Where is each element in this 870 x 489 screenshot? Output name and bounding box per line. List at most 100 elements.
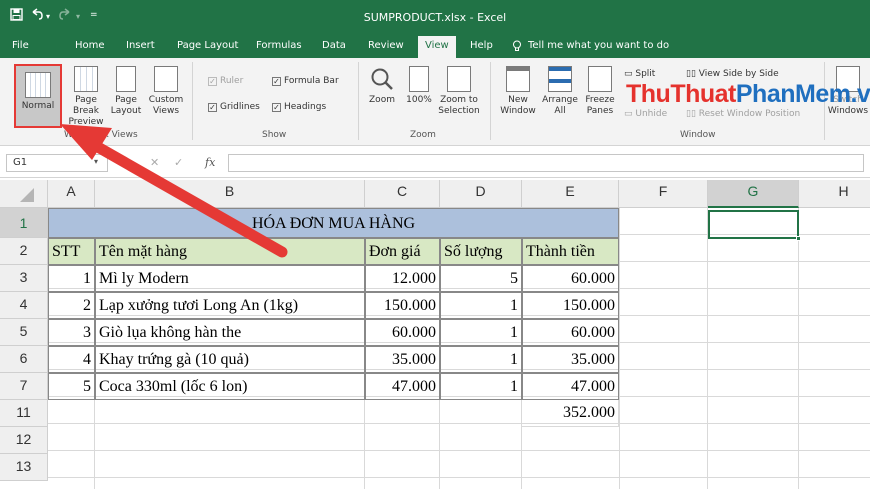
normal-view-button[interactable]: Normal bbox=[14, 64, 62, 128]
cell-stt[interactable]: 3 bbox=[48, 319, 95, 346]
tab-help[interactable]: Help bbox=[470, 40, 493, 51]
tab-view[interactable]: View bbox=[418, 36, 456, 58]
cell-quantity[interactable]: 1 bbox=[440, 319, 522, 346]
zoom-group-label: Zoom bbox=[410, 130, 436, 140]
cell-amount[interactable]: 60.000 bbox=[522, 319, 619, 346]
freeze-panes-icon bbox=[588, 66, 612, 92]
column-header-c[interactable]: C bbox=[365, 180, 440, 208]
freeze-panes-button[interactable]: Freeze Panes bbox=[581, 66, 619, 117]
column-header-d[interactable]: D bbox=[440, 180, 522, 208]
cell-item-name[interactable]: Giò lụa không hàn the bbox=[95, 319, 365, 346]
column-header-a[interactable]: A bbox=[48, 180, 95, 208]
row-header-5[interactable]: 5 bbox=[0, 319, 48, 346]
cell-amount[interactable]: 150.000 bbox=[522, 292, 619, 319]
row-header-1[interactable]: 1 bbox=[0, 208, 48, 238]
column-header-e[interactable]: E bbox=[522, 180, 619, 208]
tab-insert[interactable]: Insert bbox=[126, 40, 155, 51]
column-header-b[interactable]: B bbox=[95, 180, 365, 208]
cell-quantity[interactable]: 1 bbox=[440, 346, 522, 373]
row-header-13[interactable]: 13 bbox=[0, 454, 48, 481]
enter-icon[interactable]: ✓ bbox=[174, 156, 183, 169]
freeze-panes-label: Freeze bbox=[585, 95, 615, 105]
tab-formulas[interactable]: Formulas bbox=[256, 40, 302, 51]
new-window-button[interactable]: New Window bbox=[498, 66, 538, 117]
custom-views-icon bbox=[154, 66, 178, 92]
name-box[interactable]: G1 bbox=[6, 154, 108, 172]
selected-cell-g1[interactable] bbox=[708, 210, 801, 241]
cell-item-name[interactable]: Coca 330ml (lốc 6 lon) bbox=[95, 373, 365, 400]
zoom-100-button[interactable]: 100% bbox=[403, 66, 435, 106]
arrange-all-button[interactable]: Arrange All bbox=[540, 66, 580, 117]
cell-unit-price[interactable]: 60.000 bbox=[365, 319, 440, 346]
formula-bar: G1 ▾ ✕ ✓ fx bbox=[0, 146, 870, 178]
row-header-3[interactable]: 3 bbox=[0, 265, 48, 292]
formula-bar-checkbox[interactable]: ✓ Formula Bar bbox=[272, 76, 339, 86]
cell-item-name[interactable]: Mì ly Modern bbox=[95, 265, 365, 292]
column-header-f[interactable]: F bbox=[619, 180, 708, 208]
custom-views-button[interactable]: Custom Views bbox=[146, 66, 186, 117]
cell-quantity[interactable]: 1 bbox=[440, 373, 522, 400]
column-header-h[interactable]: H bbox=[799, 180, 870, 208]
row-header-4[interactable]: 4 bbox=[0, 292, 48, 319]
cell-amount[interactable]: 47.000 bbox=[522, 373, 619, 400]
zoom-label: Zoom bbox=[369, 95, 395, 105]
row-header-11[interactable]: 11 bbox=[0, 400, 48, 427]
header-stt[interactable]: STT bbox=[48, 238, 95, 265]
tab-file[interactable]: File bbox=[12, 40, 29, 51]
headings-checkbox[interactable]: ✓ Headings bbox=[272, 102, 326, 112]
unhide-button: ▭ Unhide bbox=[624, 109, 667, 119]
cell-unit-price[interactable]: 35.000 bbox=[365, 346, 440, 373]
cell-item-name[interactable]: Lạp xưởng tươi Long An (1kg) bbox=[95, 292, 365, 319]
tab-data[interactable]: Data bbox=[322, 40, 346, 51]
gridlines-checkbox[interactable]: ✓ Gridlines bbox=[208, 102, 260, 112]
cell-unit-price[interactable]: 150.000 bbox=[365, 292, 440, 319]
header-item-name[interactable]: Tên mặt hàng bbox=[95, 238, 365, 265]
page-break-preview-label: Page Break bbox=[73, 95, 99, 116]
cell-unit-price[interactable]: 47.000 bbox=[365, 373, 440, 400]
freeze-panes-label-2: Panes bbox=[586, 106, 614, 116]
header-unit-price[interactable]: Đơn giá bbox=[365, 238, 440, 265]
cell-unit-price[interactable]: 12.000 bbox=[365, 265, 440, 292]
cell-stt[interactable]: 5 bbox=[48, 373, 95, 400]
split-button[interactable]: ▭ Split bbox=[624, 69, 655, 79]
formula-input[interactable] bbox=[228, 154, 864, 172]
cell-stt[interactable]: 4 bbox=[48, 346, 95, 373]
select-all-corner[interactable] bbox=[0, 180, 48, 208]
cell-stt[interactable]: 1 bbox=[48, 265, 95, 292]
cell-amount[interactable]: 60.000 bbox=[522, 265, 619, 292]
page-layout-button[interactable]: Page Layout bbox=[110, 66, 142, 117]
logo-text: Thu bbox=[626, 80, 671, 108]
row-header-12[interactable]: 12 bbox=[0, 427, 48, 454]
view-side-by-side-button[interactable]: ▯▯ View Side by Side bbox=[686, 69, 779, 79]
cell-stt[interactable]: 2 bbox=[48, 292, 95, 319]
header-amount[interactable]: Thành tiền bbox=[522, 238, 619, 265]
row-header-7[interactable]: 7 bbox=[0, 373, 48, 400]
checkbox-icon: ✓ bbox=[208, 103, 217, 112]
zoom-100-label: 100% bbox=[406, 95, 432, 105]
page-break-preview-button[interactable]: Page Break Preview bbox=[66, 66, 106, 128]
tell-me-search[interactable]: Tell me what you want to do bbox=[528, 40, 669, 51]
column-header-g[interactable]: G bbox=[708, 180, 799, 208]
row-header-2[interactable]: 2 bbox=[0, 238, 48, 265]
name-box-dropdown-icon[interactable]: ▾ bbox=[94, 157, 98, 166]
checkbox-icon: ✓ bbox=[272, 77, 281, 86]
page-layout-label: Page bbox=[115, 95, 137, 105]
formula-bar-label: Formula Bar bbox=[284, 76, 339, 86]
unhide-icon: ▭ bbox=[624, 109, 636, 119]
cell-quantity[interactable]: 1 bbox=[440, 292, 522, 319]
row-header-6[interactable]: 6 bbox=[0, 346, 48, 373]
worksheet-grid[interactable]: A B C D E F G H 1 2 3 4 5 6 7 11 12 13 H… bbox=[0, 180, 870, 489]
cell-item-name[interactable]: Khay trứng gà (10 quả) bbox=[95, 346, 365, 373]
tab-page-layout[interactable]: Page Layout bbox=[177, 40, 238, 51]
zoom-to-selection-button[interactable]: Zoom to Selection bbox=[436, 66, 482, 117]
tab-review[interactable]: Review bbox=[368, 40, 404, 51]
cell-amount[interactable]: 35.000 bbox=[522, 346, 619, 373]
tab-home[interactable]: Home bbox=[75, 40, 105, 51]
zoom-button[interactable]: Zoom bbox=[364, 66, 400, 106]
header-quantity[interactable]: Số lượng bbox=[440, 238, 522, 265]
insert-function-icon[interactable]: fx bbox=[205, 156, 215, 169]
cancel-icon[interactable]: ✕ bbox=[150, 156, 159, 169]
cell-quantity[interactable]: 5 bbox=[440, 265, 522, 292]
invoice-title[interactable]: HÓA ĐƠN MUA HÀNG bbox=[48, 208, 619, 238]
grand-total-cell[interactable]: 352.000 bbox=[522, 400, 619, 427]
